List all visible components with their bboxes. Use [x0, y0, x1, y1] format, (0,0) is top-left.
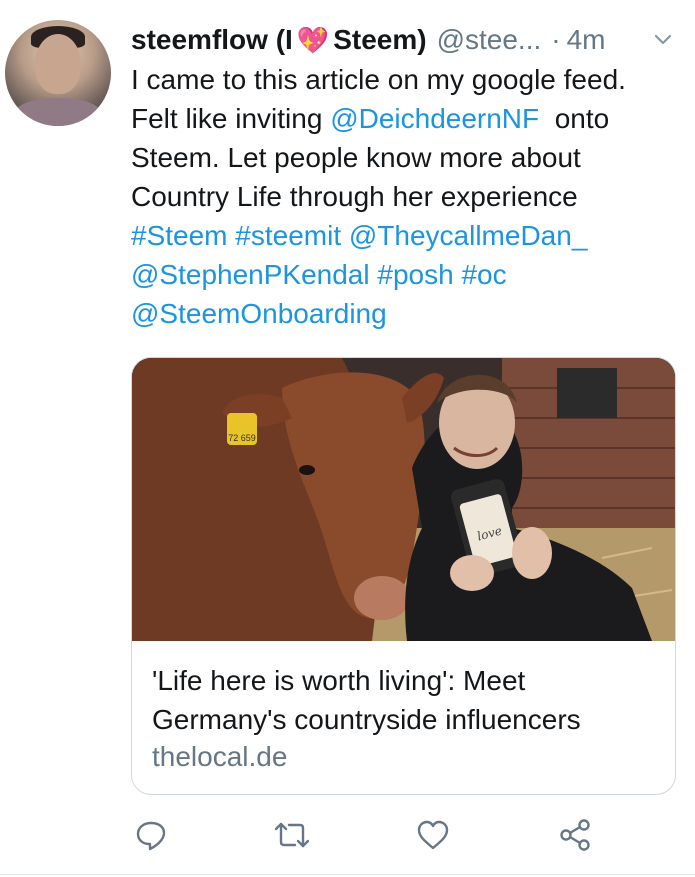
author-handle[interactable]: @stee... [437, 24, 542, 56]
cow-and-woman-photo: 72 659 love [132, 358, 675, 641]
tweet-text-line: Country Life through her experience [131, 177, 676, 216]
card-title-line: Germany's countryside influencers [152, 704, 581, 735]
tweet-divider [0, 874, 695, 875]
avatar-face [35, 34, 81, 94]
share-icon [560, 819, 590, 851]
mention-link[interactable]: @DeichdeernNF [330, 103, 539, 134]
retweet-icon [274, 822, 310, 848]
card-domain: thelocal.de [152, 741, 288, 772]
hashtag-mention-links[interactable]: #Steem #steemit @TheycallmeDan_ [131, 220, 587, 251]
author-name[interactable]: steemflow (I [131, 24, 293, 56]
text-plain: onto [539, 103, 610, 134]
author-avatar[interactable] [5, 20, 111, 126]
author-name-suffix[interactable]: Steem) [333, 24, 426, 56]
tweet-text-line: @SteemOnboarding [131, 294, 676, 333]
tweet-text-line: Felt like inviting @DeichdeernNF onto [131, 99, 676, 138]
tweet-text-line: #Steem #steemit @TheycallmeDan_ [131, 216, 676, 255]
reply-button[interactable] [131, 815, 171, 855]
tweet-timestamp[interactable]: 4m [567, 24, 606, 56]
separator-dot: · [551, 24, 561, 55]
reply-icon [136, 821, 166, 851]
text-plain: Felt like inviting [131, 103, 331, 134]
retweet-button[interactable] [272, 815, 312, 855]
link-preview-card[interactable]: 72 659 love 'Life here is worth living':… [131, 357, 676, 795]
tweet-text-line: I came to this article on my google feed… [131, 60, 676, 99]
text-plain: I came to this article on my google feed… [131, 64, 626, 95]
card-title[interactable]: 'Life here is worth living': Meet German… [152, 661, 657, 739]
tweet-text: I came to this article on my google feed… [131, 60, 676, 333]
text-plain: Steem. Let people know more about [131, 142, 581, 173]
text-plain: Country Life through her experience [131, 181, 578, 212]
card-title-line: 'Life here is worth living': Meet [152, 665, 526, 696]
ear-tag-number: 72 659 [228, 433, 256, 443]
avatar-shirt [13, 98, 103, 126]
hashtag-mention-links[interactable]: @StephenPKendal #posh #oc [131, 259, 507, 290]
tweet-actions [131, 815, 611, 855]
like-button[interactable] [413, 815, 453, 855]
heart-emoji-icon: 💖 [296, 24, 330, 55]
tweet-text-line: Steem. Let people know more about [131, 138, 676, 177]
tweet-header: steemflow (I 💖 Steem) @stee... · 4m [131, 20, 681, 60]
card-image[interactable]: 72 659 love [132, 358, 675, 641]
tweet-text-line: @StephenPKendal #posh #oc [131, 255, 676, 294]
mention-link[interactable]: @SteemOnboarding [131, 298, 387, 329]
like-icon [417, 820, 449, 850]
share-button[interactable] [555, 815, 595, 855]
chevron-down-icon[interactable] [652, 28, 674, 50]
